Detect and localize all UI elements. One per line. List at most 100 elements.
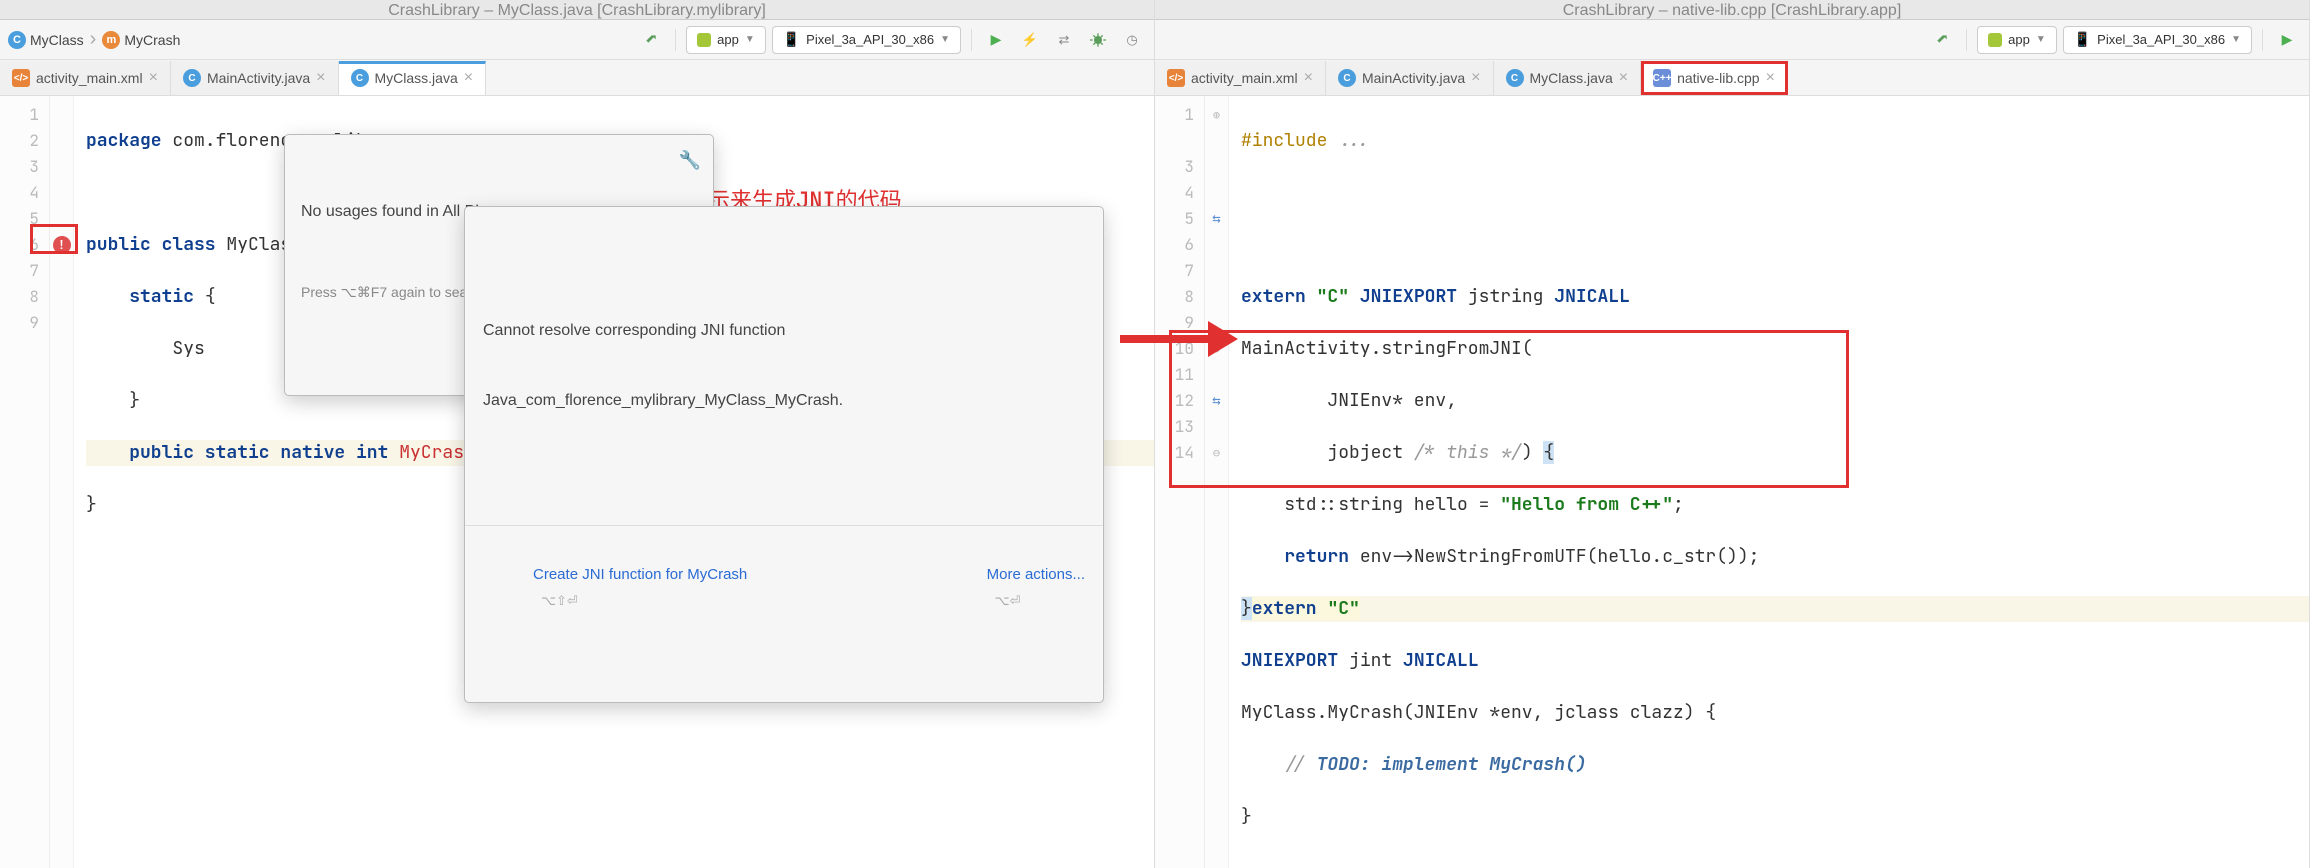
code-content[interactable]: #include ... extern "C" JNIEXPORT jstrin… (1229, 96, 2309, 868)
nav-related-icon[interactable]: ⇆ (1208, 212, 1226, 226)
close-icon[interactable]: × (1304, 69, 1313, 87)
tab-native-lib[interactable]: C++ native-lib.cpp × (1641, 61, 1788, 95)
line-number[interactable]: 7 (0, 258, 49, 284)
line-number[interactable]: 7 (1155, 258, 1204, 284)
separator (971, 29, 972, 51)
intention-popup[interactable]: Cannot resolve corresponding JNI functio… (464, 206, 1104, 703)
profile-button[interactable]: ◷ (1118, 26, 1146, 54)
line-number[interactable]: 1 (1155, 102, 1204, 128)
string: "Hello from C++" (1500, 493, 1673, 516)
intention-actions: Create JNI function for MyCrash ⌥⇧⏎ More… (465, 525, 1103, 650)
debug-button[interactable] (1084, 26, 1112, 54)
msg-line: Cannot resolve corresponding JNI functio… (483, 319, 1085, 342)
close-icon[interactable]: × (464, 69, 473, 87)
todo-comment: TODO: implement MyCrash() (1317, 753, 1587, 776)
brace: } (86, 389, 140, 412)
comment: // (1241, 753, 1317, 776)
device-selector[interactable]: 📱 Pixel_3a_API_30_x86 ▼ (772, 26, 961, 54)
function-name: MyClass.MyCrash(JNIEnv *env, jclass claz… (1241, 701, 1716, 724)
line-number[interactable]: 4 (0, 180, 49, 206)
apply-changes-icon[interactable]: ⚡ (1016, 26, 1044, 54)
gutter-icons: ! (50, 96, 74, 868)
code-text: env->NewStringFromUTF(hello.c_str()); (1349, 545, 1759, 568)
line-number[interactable]: 12 (1155, 388, 1204, 414)
close-icon[interactable]: × (1766, 69, 1775, 87)
line-number[interactable]: 6 (1155, 232, 1204, 258)
run-config-label: app (717, 32, 739, 47)
keyword: extern (1241, 285, 1306, 308)
macro: JNICALL (1554, 285, 1630, 308)
close-icon[interactable]: × (316, 69, 325, 87)
line-number[interactable]: 3 (1155, 154, 1204, 180)
device-icon: 📱 (783, 31, 800, 48)
tab-label: activity_main.xml (36, 70, 143, 86)
editor-left[interactable]: 1 2 3 4 5 6 7 8 9 ! package com.florence… (0, 96, 1154, 868)
nav-related-icon[interactable]: ⇆ (1208, 394, 1226, 408)
error-icon[interactable]: ! (53, 236, 71, 254)
brace: } (1241, 805, 1252, 828)
xml-file-icon: </> (1167, 69, 1185, 87)
line-number[interactable]: 2 (0, 128, 49, 154)
line-number[interactable]: 14 (1155, 440, 1204, 466)
line-number[interactable]: 1 (0, 102, 49, 128)
build-button[interactable] (1928, 26, 1956, 54)
line-number[interactable]: 8 (1155, 284, 1204, 310)
apply-code-icon[interactable]: ⇄ (1050, 26, 1078, 54)
close-icon[interactable]: × (149, 69, 158, 87)
code-content[interactable]: package com.florence.mylibrary; public c… (74, 96, 1154, 868)
run-config-label: app (2008, 32, 2030, 47)
breadcrumb[interactable]: C MyClass › m MyCrash (8, 28, 631, 51)
run-button[interactable]: ▶ (2273, 26, 2301, 54)
separator (1966, 29, 1967, 51)
editor-right[interactable]: 1 3 4 5 6 7 8 9 10 11 12 13 14 ⊕ ⇆ ⊖ ⇆ ⊖… (1155, 96, 2309, 868)
more-actions-link[interactable]: More actions... (987, 566, 1085, 583)
macro: JNICALL (1403, 649, 1479, 672)
line-number[interactable]: 9 (1155, 310, 1204, 336)
code-text: ) (1522, 441, 1544, 464)
java-class-icon: C (1338, 69, 1356, 87)
device-icon: 📱 (2074, 31, 2091, 48)
tab-myclass[interactable]: C MyClass.java × (1494, 61, 1642, 95)
chevron-down-icon: ▼ (745, 34, 755, 45)
close-icon[interactable]: × (1471, 69, 1480, 87)
line-gutter[interactable]: 1 2 3 4 5 6 7 8 9 (0, 96, 50, 868)
device-selector[interactable]: 📱 Pixel_3a_API_30_x86 ▼ (2063, 26, 2252, 54)
line-number[interactable]: 11 (1155, 362, 1204, 388)
fold-icon[interactable]: ⊖ (1213, 440, 1220, 466)
line-number[interactable]: 8 (0, 284, 49, 310)
line-number[interactable]: 5 (0, 206, 49, 232)
code-text: Sys (86, 337, 205, 360)
line-number[interactable] (1155, 128, 1204, 154)
chevron-down-icon: ▼ (2231, 34, 2241, 45)
run-button[interactable]: ▶ (982, 26, 1010, 54)
build-button[interactable] (637, 26, 665, 54)
keyword: extern (1252, 597, 1317, 620)
cpp-file-icon: C++ (1653, 69, 1671, 87)
fold-icon[interactable]: ⊕ (1213, 102, 1220, 128)
tab-myclass[interactable]: C MyClass.java × (339, 61, 487, 95)
create-jni-action[interactable]: Create JNI function for MyCrash (533, 566, 747, 583)
separator (2262, 29, 2263, 51)
tab-activity-main[interactable]: </> activity_main.xml × (0, 61, 171, 95)
tab-activity-main[interactable]: </> activity_main.xml × (1155, 61, 1326, 95)
toolbar-left: C MyClass › m MyCrash app ▼ 📱 Pixel_3a_A… (0, 20, 1154, 60)
line-number[interactable]: 4 (1155, 180, 1204, 206)
string: "C" (1317, 285, 1349, 308)
line-number[interactable]: 6 (0, 232, 49, 258)
wrench-icon[interactable]: 🔧 (679, 147, 701, 173)
run-config-selector[interactable]: app ▼ (686, 26, 766, 54)
chevron-down-icon: ▼ (2036, 34, 2046, 45)
close-icon[interactable]: × (1619, 69, 1628, 87)
tab-mainactivity[interactable]: C MainActivity.java × (171, 61, 339, 95)
line-number[interactable]: 5 (1155, 206, 1204, 232)
tab-label: native-lib.cpp (1677, 70, 1760, 86)
tab-mainactivity[interactable]: C MainActivity.java × (1326, 61, 1494, 95)
line-number[interactable]: 3 (0, 154, 49, 180)
msg-line: Java_com_florence_mylibrary_MyClass_MyCr… (483, 389, 1085, 412)
type: jstring (1468, 285, 1544, 308)
line-number[interactable]: 9 (0, 310, 49, 336)
line-number[interactable]: 13 (1155, 414, 1204, 440)
line-gutter[interactable]: 1 3 4 5 6 7 8 9 10 11 12 13 14 (1155, 96, 1205, 868)
window-title-right: CrashLibrary – native-lib.cpp [CrashLibr… (1155, 0, 2309, 20)
run-config-selector[interactable]: app ▼ (1977, 26, 2057, 54)
